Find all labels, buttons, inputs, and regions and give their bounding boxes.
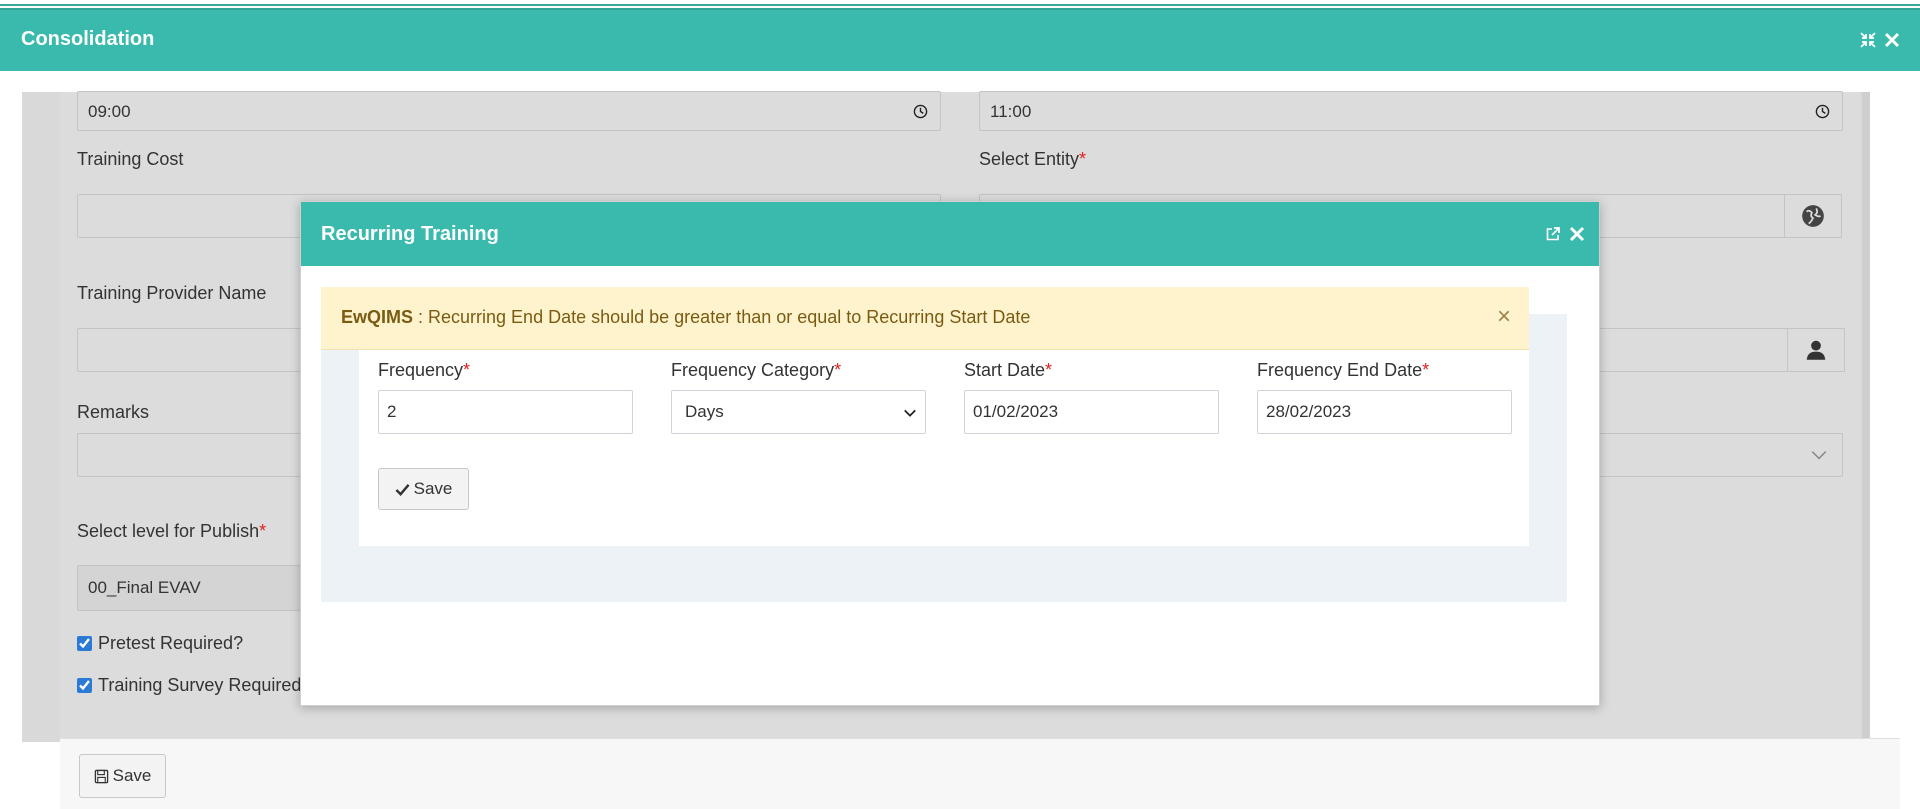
user-icon	[1806, 340, 1826, 360]
external-link-icon[interactable]	[1545, 226, 1561, 247]
dialog-header: Recurring Training	[301, 202, 1599, 266]
start-date-label: Start Date*	[964, 360, 1053, 380]
training-cost-label: Training Cost	[77, 149, 184, 169]
frequency-end-date-input[interactable]: 28/02/2023	[1257, 390, 1512, 434]
chevron-down-icon	[1811, 451, 1827, 460]
frequency-input[interactable]: 2	[378, 390, 633, 434]
clock-icon	[1815, 104, 1830, 119]
top-border	[0, 0, 1920, 6]
provider-name-label: Training Provider Name	[77, 283, 267, 303]
close-icon[interactable]	[1569, 226, 1585, 247]
window-header: Consolidation	[0, 8, 1920, 71]
alert-message: : Recurring End Date should be greater t…	[413, 307, 1031, 327]
recurring-training-dialog: Recurring Training EwQIMS : Recurring En…	[300, 201, 1600, 706]
end-time-input[interactable]: 11:00	[979, 91, 1843, 131]
start-date-input[interactable]: 01/02/2023	[964, 390, 1219, 434]
alert-close-button[interactable]: ×	[1497, 305, 1511, 329]
frequency-end-date-label: Frequency End Date*	[1257, 360, 1430, 380]
entity-picker-button[interactable]	[1784, 194, 1842, 238]
start-time-input[interactable]: 09:00	[77, 91, 941, 131]
user-picker-button[interactable]	[1787, 328, 1845, 372]
frequency-label: Frequency*	[378, 360, 471, 380]
frequency-category-label: Frequency Category*	[671, 360, 842, 380]
recurrence-form: Frequency* Frequency Category* Start Dat…	[359, 350, 1529, 546]
select-entity-label: Select Entity*	[979, 149, 1087, 169]
compress-icon[interactable]	[1860, 32, 1876, 48]
clock-icon	[913, 104, 928, 119]
close-icon[interactable]	[1884, 32, 1900, 48]
publish-level-label: Select level for Publish*	[77, 521, 267, 541]
dialog-title: Recurring Training	[321, 223, 499, 245]
frequency-category-select[interactable]: Days	[671, 390, 926, 434]
survey-required-checkbox[interactable]: Training Survey Required	[77, 675, 301, 696]
pretest-required-checkbox[interactable]: Pretest Required?	[77, 633, 243, 654]
chevron-down-icon	[904, 409, 916, 417]
pretest-checkbox-input[interactable]	[77, 636, 92, 651]
alert-app-name: EwQIMS	[341, 307, 414, 327]
floppy-icon	[94, 769, 108, 783]
scrollbar[interactable]	[1862, 92, 1870, 742]
check-icon	[395, 483, 410, 496]
save-button[interactable]: Save	[79, 754, 166, 798]
globe-icon	[1802, 205, 1824, 227]
form-footer	[60, 738, 1900, 809]
remarks-label: Remarks	[77, 402, 150, 422]
error-alert: EwQIMS : Recurring End Date should be gr…	[321, 287, 1529, 350]
survey-checkbox-input[interactable]	[77, 678, 92, 693]
window-title: Consolidation	[21, 28, 155, 50]
dialog-save-button[interactable]: Save	[378, 468, 469, 510]
